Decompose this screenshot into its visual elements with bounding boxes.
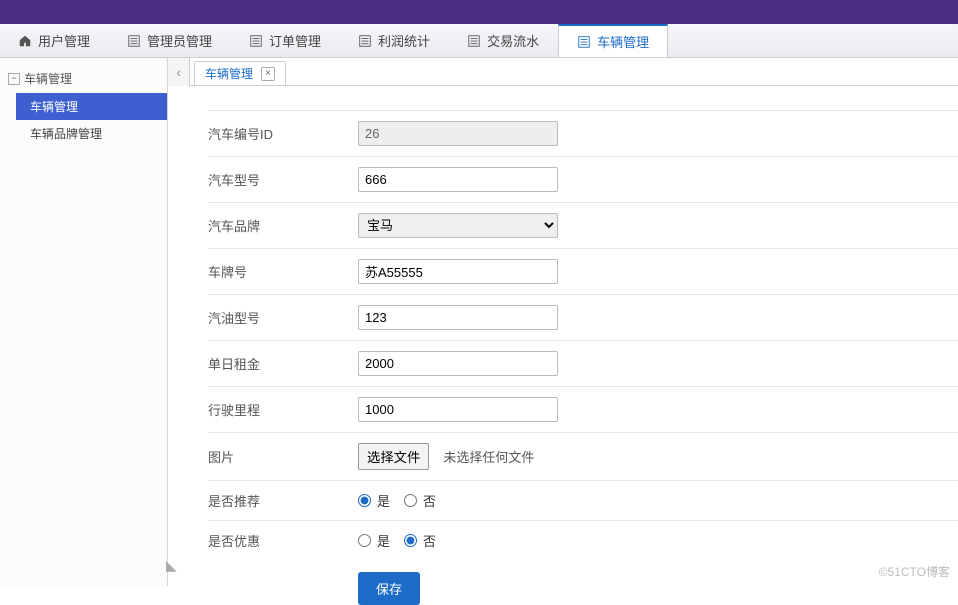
list-icon	[249, 34, 263, 48]
input-car-model[interactable]	[358, 167, 558, 192]
home-icon	[18, 34, 32, 48]
list-icon	[127, 34, 141, 48]
nav-order-mgmt[interactable]: 订单管理	[231, 24, 340, 57]
label-car-model: 汽车型号	[208, 170, 358, 189]
content-area: ‹ 车辆管理 × 汽车编号ID 汽车型号 汽车品牌 宝马 车牌号	[168, 58, 958, 586]
nav-profit-stats[interactable]: 利润统计	[340, 24, 449, 57]
tree-root-node[interactable]: − 车辆管理	[0, 66, 167, 91]
watermark-text: ©51CTO博客	[879, 563, 950, 580]
radio-discount-yes[interactable]: 是	[358, 531, 390, 550]
vehicle-form: 汽车编号ID 汽车型号 汽车品牌 宝马 车牌号 汽油型号 单日租金	[168, 86, 958, 605]
nav-user-mgmt[interactable]: 用户管理	[0, 24, 109, 57]
file-select-button[interactable]: 选择文件	[358, 443, 429, 470]
tree-root-label: 车辆管理	[24, 70, 72, 87]
nav-label: 用户管理	[38, 31, 90, 50]
sidebar: − 车辆管理 车辆管理 车辆品牌管理	[0, 58, 168, 586]
label-recommend: 是否推荐	[208, 491, 358, 510]
file-status-text: 未选择任何文件	[443, 447, 534, 466]
collapse-icon[interactable]: −	[8, 73, 20, 85]
list-icon	[577, 35, 591, 49]
nav-vehicle-mgmt[interactable]: 车辆管理	[558, 24, 668, 57]
resize-handle-icon[interactable]: ◣	[166, 557, 177, 574]
header-bar	[0, 0, 958, 24]
nav-transaction[interactable]: 交易流水	[449, 24, 558, 57]
tab-vehicle-mgmt[interactable]: 车辆管理 ×	[194, 61, 286, 85]
input-car-id	[358, 121, 558, 146]
radio-recommend-no[interactable]: 否	[404, 491, 436, 510]
list-icon	[358, 34, 372, 48]
nav-label: 交易流水	[487, 31, 539, 50]
nav-label: 利润统计	[378, 31, 430, 50]
label-mileage: 行驶里程	[208, 400, 358, 419]
input-plate[interactable]	[358, 259, 558, 284]
nav-label: 管理员管理	[147, 31, 212, 50]
label-plate: 车牌号	[208, 262, 358, 281]
label-discount: 是否优惠	[208, 531, 358, 550]
sidebar-item-vehicle[interactable]: 车辆管理	[16, 93, 167, 120]
radio-recommend-yes[interactable]: 是	[358, 491, 390, 510]
input-gas[interactable]	[358, 305, 558, 330]
list-icon	[467, 34, 481, 48]
label-picture: 图片	[208, 447, 358, 466]
select-car-brand[interactable]: 宝马	[358, 213, 558, 238]
close-icon[interactable]: ×	[261, 67, 275, 81]
tab-scroll-left[interactable]: ‹	[168, 58, 190, 86]
sidebar-item-brand[interactable]: 车辆品牌管理	[16, 120, 167, 147]
label-car-id: 汽车编号ID	[208, 124, 358, 143]
input-mileage[interactable]	[358, 397, 558, 422]
label-car-brand: 汽车品牌	[208, 216, 358, 235]
radio-discount-no[interactable]: 否	[404, 531, 436, 550]
save-button[interactable]: 保存	[358, 572, 420, 605]
label-gas: 汽油型号	[208, 308, 358, 327]
nav-admin-mgmt[interactable]: 管理员管理	[109, 24, 231, 57]
inner-tabs: ‹ 车辆管理 ×	[168, 58, 958, 86]
label-rent: 单日租金	[208, 354, 358, 373]
nav-label: 车辆管理	[597, 32, 649, 51]
top-nav: 用户管理 管理员管理 订单管理 利润统计 交易流水 车辆管理	[0, 24, 958, 58]
input-rent[interactable]	[358, 351, 558, 376]
tab-label: 车辆管理	[205, 65, 253, 82]
nav-label: 订单管理	[269, 31, 321, 50]
